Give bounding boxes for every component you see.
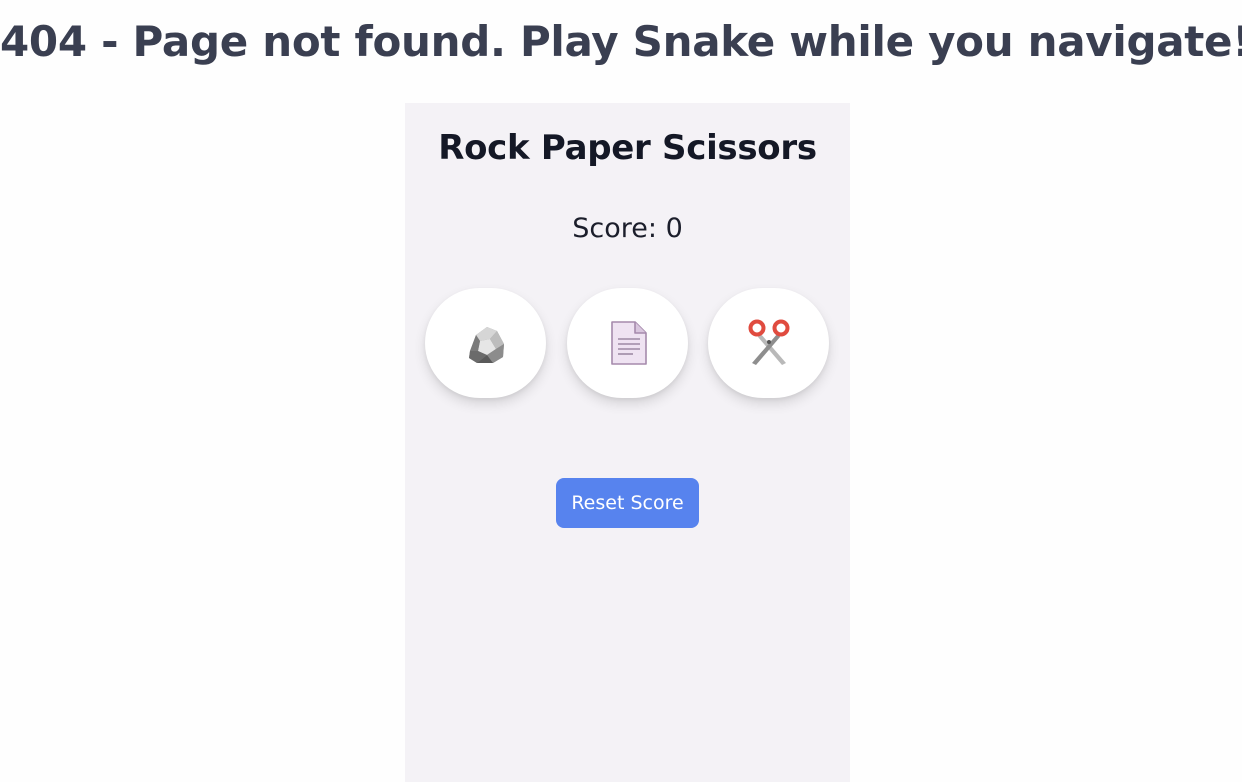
scissors-icon <box>748 319 789 365</box>
rock-icon <box>468 327 504 363</box>
paper-button[interactable] <box>567 288 688 398</box>
game-panel: Rock Paper Scissors Score: 0 Reset Score <box>405 103 850 782</box>
page-headline: 404 - Page not found. Play Snake while y… <box>0 17 1242 66</box>
score-label: Score: <box>572 213 657 244</box>
reset-score-button[interactable]: Reset Score <box>556 478 699 528</box>
score-display: Score: 0 <box>405 211 850 247</box>
paper-icon <box>610 321 647 365</box>
rock-button[interactable] <box>425 288 546 398</box>
page: 404 - Page not found. Play Snake while y… <box>0 0 1242 782</box>
game-title: Rock Paper Scissors <box>438 128 817 168</box>
scissors-button[interactable] <box>708 288 829 398</box>
score-value: 0 <box>665 213 683 244</box>
